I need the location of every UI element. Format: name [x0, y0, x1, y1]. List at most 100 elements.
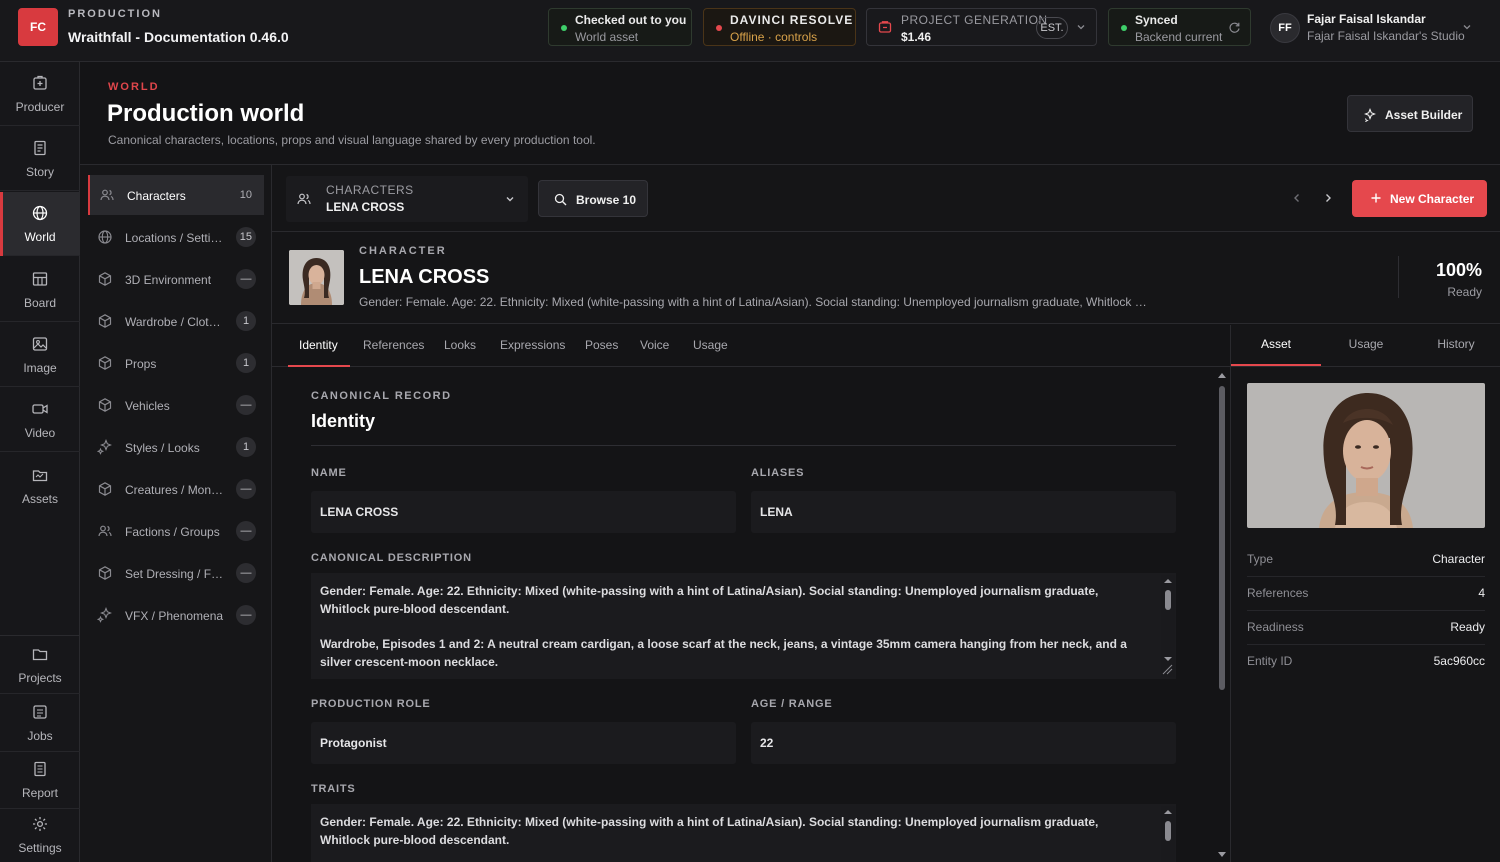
estimate-badge: EST. — [1036, 17, 1068, 39]
nav-label: Story — [25, 165, 54, 179]
sparkle-icon — [1363, 108, 1377, 122]
name-field[interactable]: LENA CROSS — [311, 491, 736, 533]
tab-references[interactable]: References — [363, 338, 424, 352]
nav-label: Image — [23, 361, 57, 375]
user-studio: Fajar Faisal Iskandar's Studio — [1307, 29, 1465, 43]
nav-assets[interactable]: Assets — [0, 454, 80, 518]
meta-readiness: Readiness Ready — [1247, 611, 1485, 645]
aliases-value: LENA — [760, 505, 793, 519]
cube-icon — [97, 271, 113, 287]
asset-builder-label: Asset Builder — [1385, 108, 1463, 122]
category-count: 1 — [236, 311, 256, 331]
folder-icon — [31, 466, 49, 484]
tab-poses[interactable]: Poses — [585, 338, 618, 352]
category-count: — — [236, 395, 256, 415]
category-vfx[interactable]: VFX / Phenomena — — [88, 595, 264, 635]
role-field[interactable]: Protagonist — [311, 722, 736, 764]
category-styles[interactable]: Styles / Looks 1 — [88, 427, 264, 467]
nav-label: World — [24, 230, 56, 244]
sync-status[interactable]: Synced Backend current — [1108, 8, 1251, 46]
category-label: Factions / Groups — [125, 525, 220, 539]
meta-key: Type — [1247, 552, 1274, 566]
description-paragraph: Wardrobe, Episodes 1 and 2: A neutral cr… — [320, 637, 1127, 669]
character-summary: Gender: Female. Age: 22. Ethnicity: Mixe… — [359, 295, 1149, 309]
category-vehicles[interactable]: Vehicles — — [88, 385, 264, 425]
category-wardrobe[interactable]: Wardrobe / Clothing 1 — [88, 301, 264, 341]
category-characters[interactable]: Characters 10 — [88, 175, 264, 215]
tab-usage[interactable]: Usage — [693, 338, 728, 352]
project-title[interactable]: Wraithfall - Documentation 0.46.0 — [68, 29, 289, 45]
report-icon — [31, 760, 49, 778]
project-generation-cost[interactable]: PROJECT GENERATION $1.46 EST. — [866, 8, 1097, 46]
nav-video[interactable]: Video — [0, 388, 80, 452]
character-thumbnail[interactable] — [289, 250, 344, 305]
nav-image[interactable]: Image — [0, 323, 80, 387]
app-section-label: PRODUCTION — [68, 8, 162, 20]
category-locations[interactable]: Locations / Settings 15 — [88, 217, 264, 257]
category-3d-environment[interactable]: 3D Environment — — [88, 259, 264, 299]
page-subtitle: Canonical characters, locations, props a… — [108, 133, 596, 147]
cube-icon — [97, 397, 113, 413]
checkout-status[interactable]: Checked out to you World asset — [548, 8, 692, 46]
asset-builder-button[interactable]: Asset Builder — [1347, 95, 1473, 132]
role-value: Protagonist — [320, 736, 387, 750]
description-textarea[interactable]: Gender: Female. Age: 22. Ethnicity: Mixe… — [311, 573, 1176, 679]
nav-projects[interactable]: Projects — [0, 637, 80, 694]
nav-label: Settings — [18, 841, 62, 855]
sparkle-icon — [97, 439, 113, 455]
nav-settings[interactable]: Settings — [0, 809, 80, 862]
nav-board[interactable]: Board — [0, 258, 80, 322]
cube-icon — [97, 481, 113, 497]
category-set-dressing[interactable]: Set Dressing / Furniture — — [88, 553, 264, 593]
category-creatures[interactable]: Creatures / Monsters — — [88, 469, 264, 509]
side-tab-usage[interactable]: Usage — [1321, 337, 1411, 351]
category-count: — — [236, 605, 256, 625]
nav-world[interactable]: World — [0, 192, 80, 256]
nav-jobs[interactable]: Jobs — [0, 695, 80, 752]
category-props[interactable]: Props 1 — [88, 343, 264, 383]
category-label: Wardrobe / Clothing — [125, 315, 225, 329]
textarea-scrollbar[interactable] — [1161, 806, 1175, 862]
nav-story[interactable]: Story — [0, 127, 80, 191]
tab-voice[interactable]: Voice — [640, 338, 669, 352]
nav-label: Producer — [15, 100, 65, 114]
side-tab-asset[interactable]: Asset — [1231, 337, 1321, 351]
nav-producer[interactable]: Producer — [0, 62, 80, 126]
refresh-icon[interactable] — [1228, 21, 1241, 34]
meta-key: Entity ID — [1247, 654, 1293, 668]
character-dropdown[interactable]: CHARACTERS LENA CROSS — [286, 176, 528, 222]
entity-selector-row: CHARACTERS LENA CROSS Browse 10 New Char… — [272, 164, 1500, 232]
sparkle-icon — [97, 607, 113, 623]
status-dot-icon — [1121, 25, 1127, 31]
chevron-left-icon[interactable] — [1291, 192, 1303, 204]
new-character-button[interactable]: New Character — [1352, 180, 1487, 217]
davinci-status[interactable]: DAVINCI RESOLVE Offline · controls — [703, 8, 856, 46]
category-panel: Characters 10 Locations / Settings 15 3D… — [80, 164, 272, 862]
nav-report[interactable]: Report — [0, 752, 80, 809]
category-factions[interactable]: Factions / Groups — — [88, 511, 264, 551]
tab-identity[interactable]: Identity — [299, 338, 338, 352]
section-title: Identity — [311, 411, 376, 431]
app-logo[interactable]: FC — [18, 8, 58, 46]
asset-side-panel: Asset Usage History Type Character Refer… — [1230, 325, 1500, 862]
aliases-field[interactable]: LENA — [751, 491, 1176, 533]
category-count: 15 — [235, 227, 256, 247]
tab-looks[interactable]: Looks — [444, 338, 476, 352]
category-count: 10 — [239, 189, 252, 201]
textarea-scrollbar[interactable] — [1161, 575, 1175, 677]
generation-label: PROJECT GENERATION — [901, 13, 1048, 27]
side-tab-history[interactable]: History — [1411, 337, 1500, 351]
tab-expressions[interactable]: Expressions — [500, 338, 565, 352]
cube-icon — [97, 355, 113, 371]
chevron-right-icon[interactable] — [1322, 192, 1334, 204]
character-portrait[interactable] — [1247, 383, 1485, 528]
age-field[interactable]: 22 — [751, 722, 1176, 764]
browse-button[interactable]: Browse 10 — [538, 180, 648, 217]
category-label: Set Dressing / Furniture — [125, 567, 225, 581]
traits-textarea[interactable]: Gender: Female. Age: 22. Ethnicity: Mixe… — [311, 804, 1176, 862]
content-scrollbar[interactable] — [1216, 368, 1228, 862]
chevron-down-icon — [1462, 22, 1472, 32]
meta-key: Readiness — [1247, 620, 1304, 634]
user-menu[interactable]: FF Fajar Faisal Iskandar Fajar Faisal Is… — [1262, 6, 1487, 50]
meta-entity-id: Entity ID 5ac960cc — [1247, 645, 1485, 679]
